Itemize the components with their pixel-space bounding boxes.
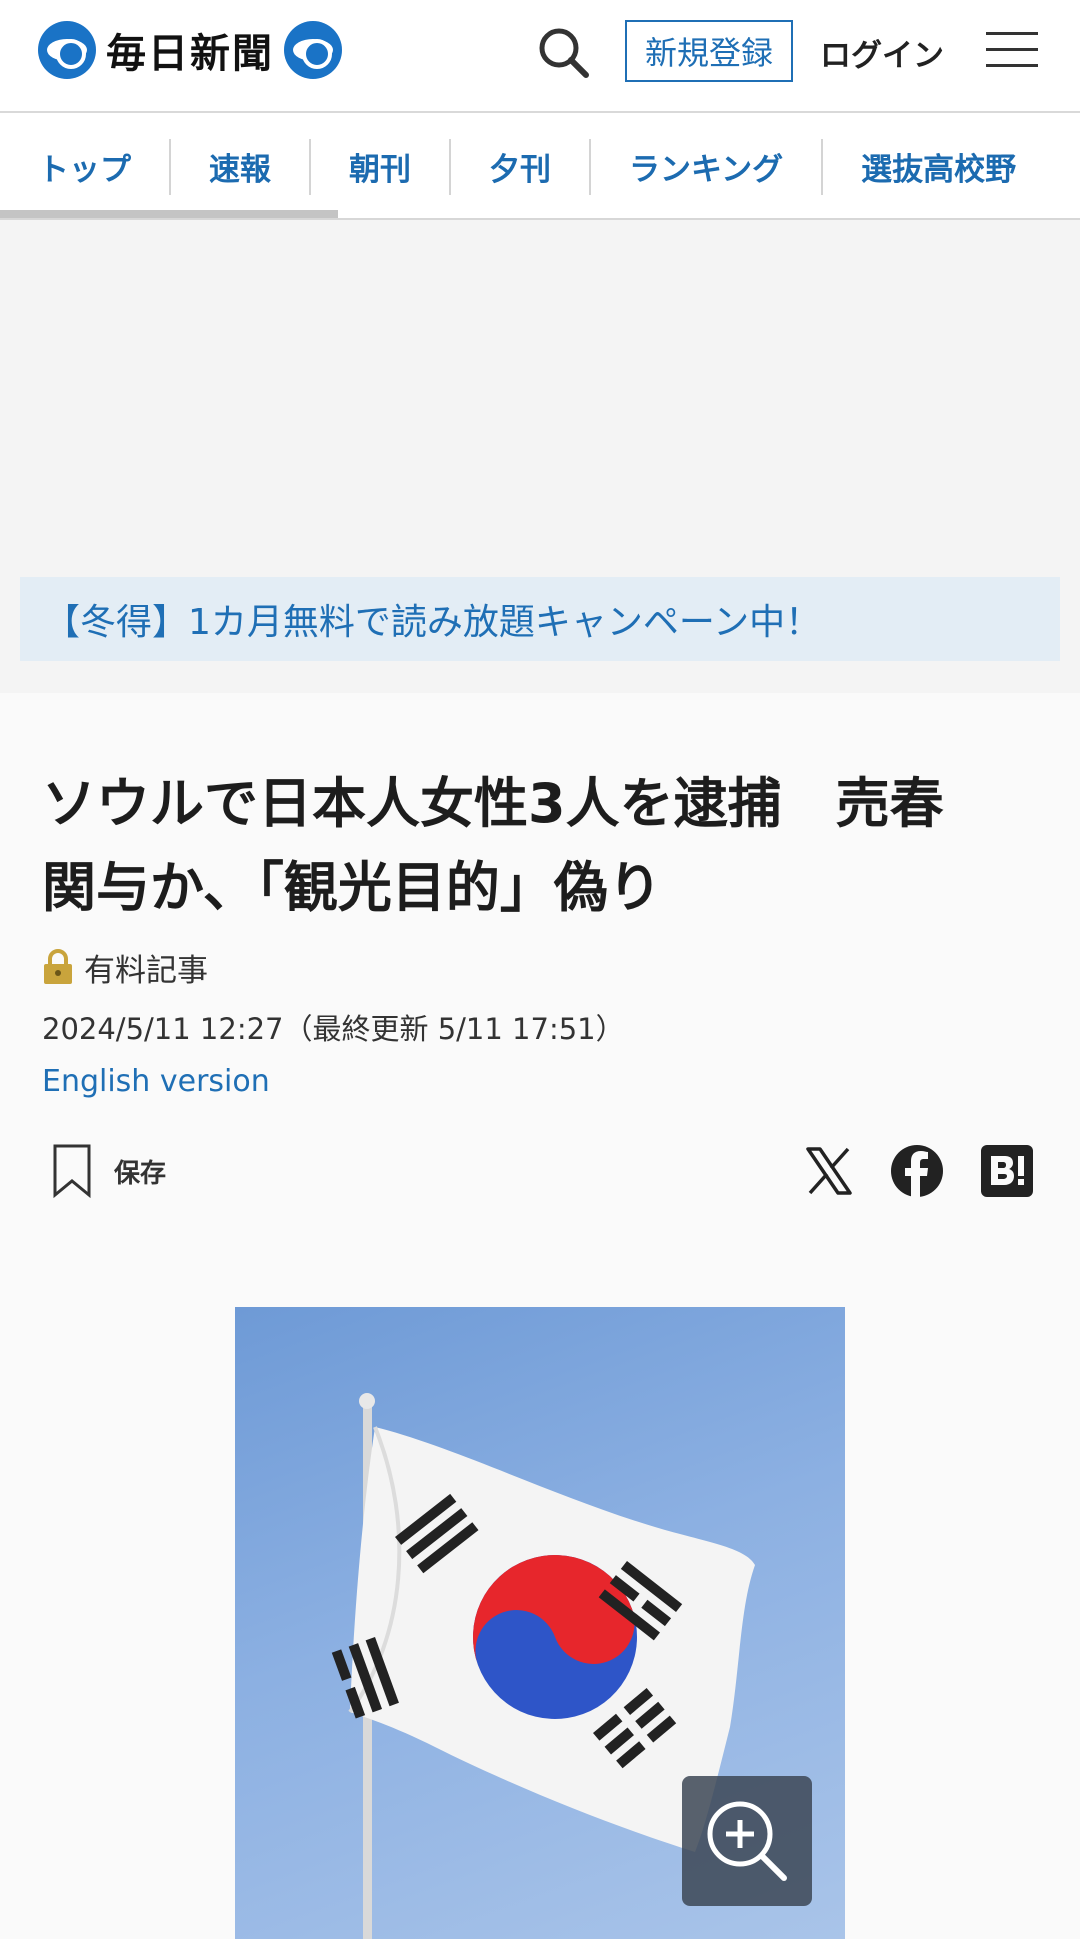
tab-evening[interactable]: 夕刊 (451, 138, 591, 195)
tab-senbatsu[interactable]: 選抜高校野 (823, 139, 1054, 195)
title-line-2: 関与か、「観光目的」偽り (42, 856, 662, 919)
register-button[interactable]: 新規登録 (625, 20, 793, 82)
category-nav: トップ 速報 朝刊 夕刊 ランキング 選抜高校野 (0, 113, 1080, 220)
facebook-share-icon[interactable] (890, 1144, 944, 1198)
save-label: 保存 (114, 1158, 167, 1189)
save-button[interactable]: 保存 (52, 1140, 166, 1202)
active-tab-indicator (0, 210, 338, 218)
logo-emblem-left (38, 21, 96, 79)
login-link[interactable]: ログイン (820, 30, 944, 74)
tab-ranking[interactable]: ランキング (591, 138, 824, 195)
article-title: ソウルで日本人女性3人を逮捕 売春 関与か、「観光目的」偽り (42, 762, 1042, 930)
hatena-bookmark-icon[interactable] (980, 1144, 1034, 1198)
zoom-button[interactable] (682, 1776, 812, 1906)
english-version-link[interactable]: English version (42, 1064, 270, 1099)
mainichi-logo[interactable]: 毎日新聞 (38, 20, 342, 80)
hamburger-menu-icon[interactable] (986, 30, 1038, 70)
title-line-1: ソウルで日本人女性3人を逮捕 売春 (42, 772, 944, 835)
tab-top[interactable]: トップ (0, 138, 171, 195)
logo-text: 毎日新聞 (106, 30, 274, 77)
zoom-in-icon (707, 1801, 787, 1881)
paid-article-label: 有料記事 (42, 942, 208, 992)
campaign-banner[interactable]: 【冬得】1カ月無料で読み放題キャンペーン中！ (20, 577, 1060, 661)
search-icon[interactable] (536, 25, 592, 81)
site-header: 毎日新聞 新規登録 ログイン (0, 0, 1080, 113)
publish-date: 2024/5/11 12:27（最終更新 5/11 17:51） (42, 1012, 625, 1046)
logo-emblem-right (284, 21, 342, 79)
bookmark-icon (53, 1144, 91, 1199)
x-share-icon[interactable] (802, 1144, 856, 1198)
lock-icon (44, 949, 72, 984)
tab-morning[interactable]: 朝刊 (311, 138, 451, 195)
tab-breaking[interactable]: 速報 (171, 138, 311, 195)
paid-text: 有料記事 (84, 952, 208, 989)
